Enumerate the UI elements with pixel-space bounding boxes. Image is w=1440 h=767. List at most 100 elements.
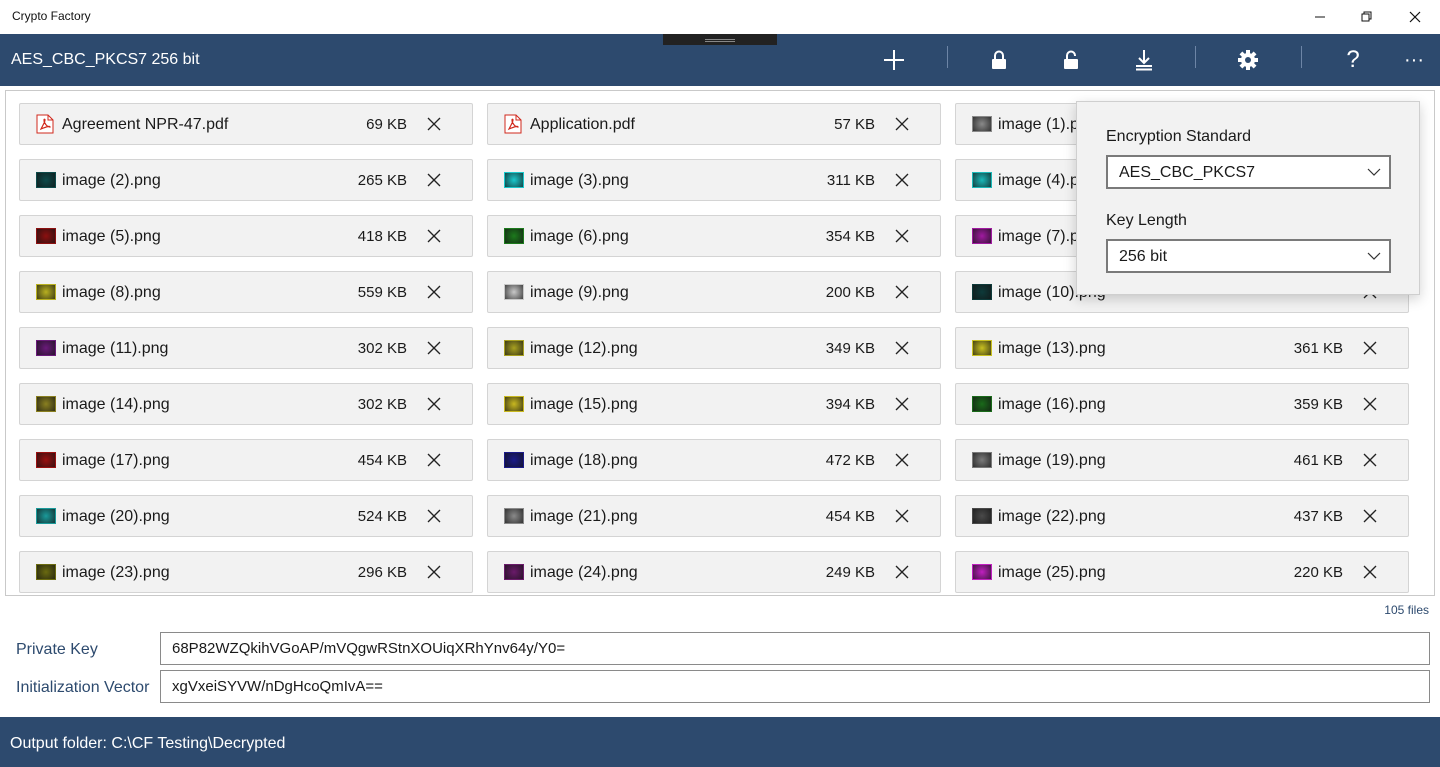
file-size: 454 KB bbox=[357, 452, 407, 469]
file-tile[interactable]: image (8).png 559 KB bbox=[19, 271, 473, 313]
file-size: 437 KB bbox=[1293, 508, 1343, 525]
file-tile[interactable]: image (2).png 265 KB bbox=[19, 159, 473, 201]
file-size: 265 KB bbox=[357, 172, 407, 189]
file-name: image (6).png bbox=[530, 228, 629, 245]
remove-file-icon[interactable] bbox=[894, 396, 910, 412]
file-tile[interactable]: image (24).png 249 KB bbox=[487, 551, 941, 593]
restore-icon bbox=[1361, 11, 1372, 22]
add-icon bbox=[884, 50, 904, 70]
remove-file-icon[interactable] bbox=[894, 284, 910, 300]
remove-file-icon[interactable] bbox=[426, 284, 442, 300]
image-thumbnail bbox=[504, 228, 524, 244]
file-size: 354 KB bbox=[825, 228, 875, 245]
encrypt-button[interactable] bbox=[973, 34, 1025, 86]
file-tile[interactable]: image (14).png 302 KB bbox=[19, 383, 473, 425]
file-tile[interactable]: image (25).png 220 KB bbox=[955, 551, 1409, 593]
file-size: 359 KB bbox=[1293, 396, 1343, 413]
decrypt-button[interactable] bbox=[1045, 34, 1097, 86]
remove-file-icon[interactable] bbox=[426, 452, 442, 468]
remove-file-icon[interactable] bbox=[894, 452, 910, 468]
private-key-input[interactable] bbox=[160, 632, 1430, 665]
settings-button[interactable] bbox=[1222, 34, 1274, 86]
image-thumbnail bbox=[972, 116, 992, 132]
image-thumbnail bbox=[36, 564, 56, 580]
encryption-standard-select[interactable]: AES_CBC_PKCS7 bbox=[1106, 155, 1391, 189]
drag-handle[interactable] bbox=[663, 34, 777, 45]
file-size: 69 KB bbox=[366, 116, 407, 133]
file-tile[interactable]: image (16).png 359 KB bbox=[955, 383, 1409, 425]
remove-file-icon[interactable] bbox=[1362, 452, 1378, 468]
image-thumbnail bbox=[972, 228, 992, 244]
remove-file-icon[interactable] bbox=[894, 340, 910, 356]
file-name: image (25).png bbox=[998, 564, 1106, 581]
restore-button[interactable] bbox=[1344, 0, 1390, 34]
remove-file-icon[interactable] bbox=[426, 564, 442, 580]
unlock-icon bbox=[1064, 50, 1078, 69]
remove-file-icon[interactable] bbox=[894, 172, 910, 188]
remove-file-icon[interactable] bbox=[1362, 396, 1378, 412]
remove-file-icon[interactable] bbox=[426, 396, 442, 412]
file-tile[interactable]: image (11).png 302 KB bbox=[19, 327, 473, 369]
help-button[interactable]: ? bbox=[1327, 34, 1379, 86]
remove-file-icon[interactable] bbox=[426, 172, 442, 188]
file-tile[interactable]: image (12).png 349 KB bbox=[487, 327, 941, 369]
file-name: image (17).png bbox=[62, 452, 170, 469]
image-thumbnail bbox=[504, 340, 524, 356]
remove-file-icon[interactable] bbox=[426, 508, 442, 524]
remove-file-icon[interactable] bbox=[1362, 564, 1378, 580]
key-length-value: 256 bit bbox=[1119, 248, 1168, 265]
pdf-file-icon bbox=[36, 114, 54, 134]
file-name: image (5).png bbox=[62, 228, 161, 245]
file-tile[interactable]: image (13).png 361 KB bbox=[955, 327, 1409, 369]
file-tile[interactable]: image (9).png 200 KB bbox=[487, 271, 941, 313]
remove-file-icon[interactable] bbox=[426, 340, 442, 356]
file-tile[interactable]: image (23).png 296 KB bbox=[19, 551, 473, 593]
file-tile[interactable]: image (3).png 311 KB bbox=[487, 159, 941, 201]
file-tile[interactable]: image (21).png 454 KB bbox=[487, 495, 941, 537]
more-button[interactable]: ··· bbox=[1388, 34, 1440, 86]
remove-file-icon[interactable] bbox=[894, 564, 910, 580]
file-tile[interactable]: image (17).png 454 KB bbox=[19, 439, 473, 481]
remove-file-icon[interactable] bbox=[426, 228, 442, 244]
file-tile[interactable]: image (18).png 472 KB bbox=[487, 439, 941, 481]
iv-input[interactable] bbox=[160, 670, 1430, 703]
remove-file-icon[interactable] bbox=[894, 228, 910, 244]
image-thumbnail bbox=[504, 564, 524, 580]
private-key-label: Private Key bbox=[16, 641, 98, 658]
file-size: 361 KB bbox=[1293, 340, 1343, 357]
save-output-button[interactable] bbox=[1118, 34, 1170, 86]
image-thumbnail bbox=[36, 396, 56, 412]
file-size: 349 KB bbox=[825, 340, 875, 357]
minimize-button[interactable] bbox=[1297, 0, 1343, 34]
download-icon bbox=[1136, 50, 1152, 71]
key-length-select[interactable]: 256 bit bbox=[1106, 239, 1391, 273]
file-tile[interactable]: image (5).png 418 KB bbox=[19, 215, 473, 257]
file-tile[interactable]: image (22).png 437 KB bbox=[955, 495, 1409, 537]
file-name: image (2).png bbox=[62, 172, 161, 189]
remove-file-icon[interactable] bbox=[894, 508, 910, 524]
file-size: 454 KB bbox=[825, 508, 875, 525]
file-size: 220 KB bbox=[1293, 564, 1343, 581]
file-name: image (3).png bbox=[530, 172, 629, 189]
file-tile[interactable]: image (6).png 354 KB bbox=[487, 215, 941, 257]
remove-file-icon[interactable] bbox=[426, 116, 442, 132]
file-tile[interactable]: image (15).png 394 KB bbox=[487, 383, 941, 425]
remove-file-icon[interactable] bbox=[1362, 340, 1378, 356]
remove-file-icon[interactable] bbox=[1362, 508, 1378, 524]
file-size: 311 KB bbox=[826, 172, 875, 189]
image-thumbnail bbox=[972, 284, 992, 300]
file-tile[interactable]: image (20).png 524 KB bbox=[19, 495, 473, 537]
add-files-button[interactable] bbox=[868, 34, 920, 86]
file-tile[interactable]: Agreement NPR-47.pdf 69 KB bbox=[19, 103, 473, 145]
encryption-standard-label: Encryption Standard bbox=[1106, 128, 1251, 145]
file-size: 296 KB bbox=[357, 564, 407, 581]
close-window-button[interactable] bbox=[1392, 0, 1438, 34]
file-name: image (9).png bbox=[530, 284, 629, 301]
remove-file-icon[interactable] bbox=[894, 116, 910, 132]
file-tile[interactable]: Application.pdf 57 KB bbox=[487, 103, 941, 145]
file-tile[interactable]: image (19).png 461 KB bbox=[955, 439, 1409, 481]
file-size: 249 KB bbox=[825, 564, 875, 581]
image-thumbnail bbox=[36, 508, 56, 524]
file-name: image (18).png bbox=[530, 452, 638, 469]
file-name: image (24).png bbox=[530, 564, 638, 581]
